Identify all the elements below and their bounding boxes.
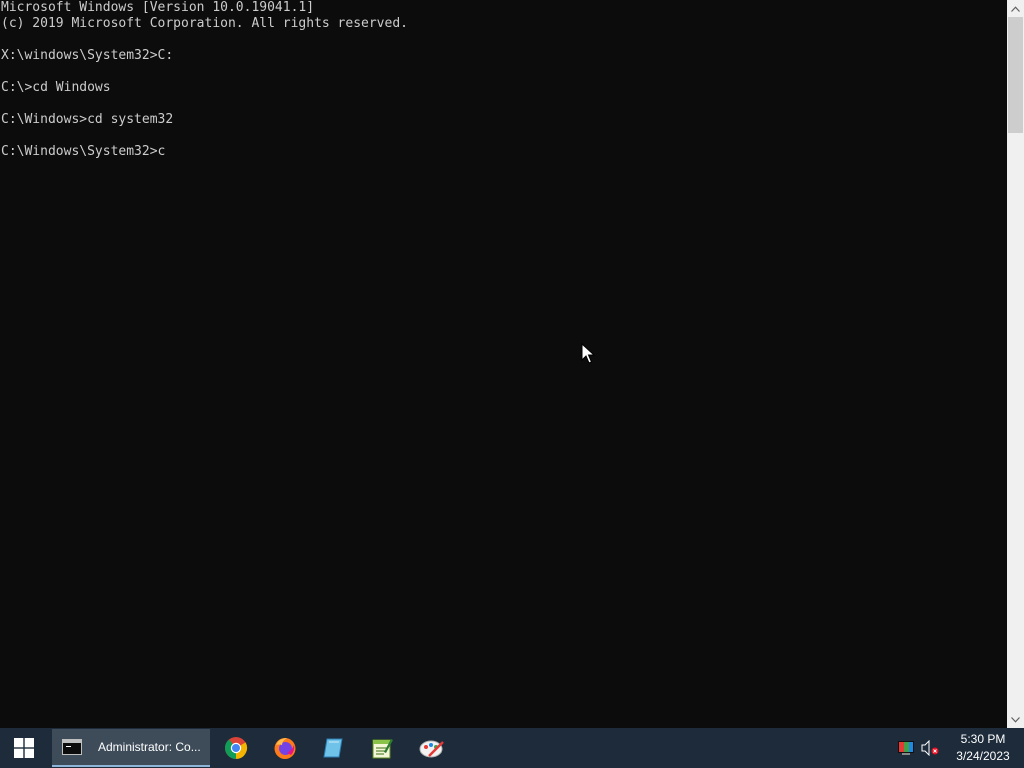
paint-palette-icon — [419, 740, 444, 758]
blue-document-icon — [323, 738, 343, 758]
scroll-up-icon[interactable] — [1007, 0, 1024, 17]
taskbar-clock[interactable]: 5:30 PM 3/24/2023 — [944, 728, 1022, 768]
color-display-icon[interactable] — [898, 740, 914, 756]
console-line: C:\>cd Windows — [1, 80, 111, 95]
taskbar-item-command-prompt[interactable]: Administrator: Co... — [52, 729, 210, 767]
taskbar-pinned-firefox[interactable] — [261, 728, 309, 768]
chrome-icon — [225, 737, 248, 759]
scrollbar-thumb[interactable] — [1008, 17, 1023, 133]
command-prompt-icon — [62, 739, 82, 755]
mouse-pointer-icon — [581, 343, 595, 364]
firefox-icon — [274, 738, 296, 759]
console-line: C:\Windows>cd system32 — [1, 112, 174, 127]
console-line: (c) 2019 Microsoft Corporation. All righ… — [1, 16, 408, 31]
volume-muted-icon[interactable] — [921, 740, 939, 756]
clock-time: 5:30 PM — [960, 732, 1006, 746]
start-button[interactable] — [0, 728, 48, 768]
taskbar-pinned-paint[interactable] — [408, 728, 456, 768]
taskbar-pinned-notepad[interactable] — [358, 728, 406, 768]
console-line: X:\windows\System32>C: — [1, 48, 174, 63]
console-output: Microsoft Windows [Version 10.0.19041.1]… — [0, 0, 408, 160]
taskbar: Administrator: Co... 5:30 PM 3/24/2023 — [0, 728, 1024, 768]
windows-logo-icon — [14, 738, 34, 758]
clock-date: 3/24/2023 — [956, 749, 1010, 763]
vertical-scrollbar[interactable] — [1007, 0, 1024, 728]
system-tray: 5:30 PM 3/24/2023 — [894, 728, 1024, 768]
console-prompt-line[interactable]: C:\Windows\System32>c — [0, 144, 408, 160]
scroll-down-icon[interactable] — [1007, 711, 1024, 728]
green-notepad-icon — [372, 739, 393, 759]
console-window[interactable]: Microsoft Windows [Version 10.0.19041.1]… — [0, 0, 1007, 728]
taskbar-pinned-blue-document[interactable] — [309, 728, 357, 768]
console-line: Microsoft Windows [Version 10.0.19041.1] — [1, 0, 315, 15]
taskbar-item-label: Administrator: Co... — [98, 740, 201, 754]
taskbar-pinned-chrome[interactable] — [212, 728, 260, 768]
